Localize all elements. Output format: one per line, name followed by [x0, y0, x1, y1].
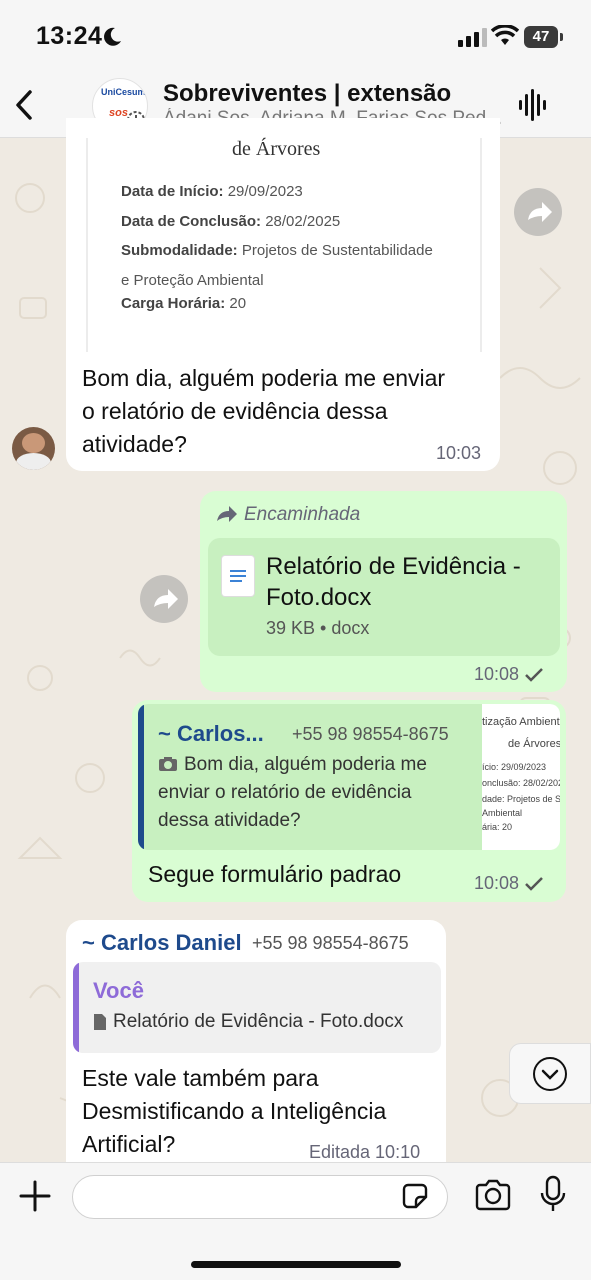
quote-accent-bar: [138, 704, 144, 850]
camera-icon[interactable]: [474, 1179, 512, 1211]
sent-check-icon: [525, 877, 543, 892]
thumb-text: de Árvores: [508, 738, 560, 750]
message-time: 10:08: [474, 664, 544, 685]
quote-phone: +55 98 98554-8675: [292, 724, 449, 744]
sender-avatar[interactable]: [12, 427, 55, 470]
scroll-to-bottom-button[interactable]: [509, 1043, 591, 1104]
preview-line-hours: Carga Horária: 20: [121, 295, 247, 312]
quote-author: ~ Carlos...: [158, 721, 264, 746]
voice-chat-icon[interactable]: [518, 88, 548, 122]
thumb-text: dade: Projetos de Sust: [482, 794, 560, 804]
battery-indicator: 47: [524, 26, 563, 48]
microphone-icon[interactable]: [540, 1175, 566, 1213]
message-text-line: Artificial?: [82, 1131, 176, 1157]
avatar-logo-text: UniCesumar: [101, 87, 147, 97]
quote-text-line: Bom dia, alguém poderia me: [184, 754, 427, 775]
document-small-icon: [94, 1014, 106, 1030]
message-time: 10:08: [474, 873, 544, 894]
cellular-signal-icon: [458, 28, 487, 47]
sent-check-icon: [525, 668, 543, 683]
status-time: 13:24: [36, 22, 103, 50]
message-edited-time: Editada 10:10: [309, 1142, 421, 1162]
quote-text-line: enviar o relatório de evidência: [158, 782, 412, 803]
preview-title: de Árvores: [232, 138, 321, 160]
thumb-text: Ambiental: [482, 808, 523, 818]
message-input[interactable]: [72, 1175, 448, 1219]
plus-icon[interactable]: [18, 1179, 52, 1213]
quote-text-line: dessa atividade?: [158, 810, 301, 831]
status-bar: 13:24 47: [0, 0, 591, 74]
moon-icon: [104, 27, 121, 46]
message-composer: [0, 1162, 591, 1280]
file-name-line: Relatório de Evidência -: [266, 553, 521, 580]
message-text-line: o relatório de evidência dessa: [82, 398, 388, 424]
preview-line-sub-2: e Proteção Ambiental: [121, 272, 264, 289]
message-text-line: Bom dia, alguém poderia me enviar: [82, 365, 446, 391]
thumb-text: ária: 20: [482, 822, 513, 832]
home-indicator: [191, 1261, 401, 1268]
forwarded-label: Encaminhada: [244, 504, 361, 525]
message-time: 10:03: [436, 443, 482, 463]
forward-button[interactable]: [140, 575, 188, 623]
forward-icon: [154, 589, 178, 609]
preview-line-end: Data de Conclusão: 28/02/2025: [121, 213, 341, 230]
file-meta: 39 KB • docx: [266, 618, 370, 638]
back-button[interactable]: [10, 86, 40, 124]
reply-preview[interactable]: [73, 962, 441, 1053]
wifi-icon: [491, 25, 519, 45]
quote-thumbnail: tização Ambient de Árvores ício: 29/09/2…: [482, 704, 560, 850]
preview-line-start: Data de Início: 29/09/2023: [121, 183, 303, 200]
message-text-line: atividade?: [82, 431, 187, 457]
group-title[interactable]: Sobreviventes | extensão: [163, 80, 451, 108]
message-author: ~ Carlos Daniel: [82, 930, 242, 955]
message-text-line: Desmistificando a Inteligência: [82, 1098, 387, 1124]
reply-accent-bar: [73, 962, 79, 1053]
thumb-text: tização Ambient: [482, 716, 560, 728]
document-icon: [222, 556, 254, 596]
message-text: Segue formulário padrao: [148, 861, 402, 887]
camera-small-icon: [159, 757, 177, 771]
forward-button[interactable]: [514, 188, 562, 236]
thumb-text: onclusão: 28/02/2025: [482, 778, 560, 788]
thumb-text: ício: 29/09/2023: [482, 762, 547, 772]
author-phone: +55 98 98554-8675: [252, 933, 409, 953]
chevron-down-icon: [533, 1057, 567, 1091]
reply-file-name: Relatório de Evidência - Foto.docx: [113, 1011, 404, 1032]
sticker-icon[interactable]: [400, 1181, 430, 1211]
forward-icon: [528, 202, 552, 222]
file-name-line: Foto.docx: [266, 584, 372, 611]
reply-author: Você: [93, 978, 144, 1003]
forwarded-icon: [217, 506, 237, 522]
message-text-line: Este vale também para: [82, 1065, 319, 1091]
preview-line-sub: Submodalidade: Projetos de Sustentabilid…: [121, 242, 433, 259]
